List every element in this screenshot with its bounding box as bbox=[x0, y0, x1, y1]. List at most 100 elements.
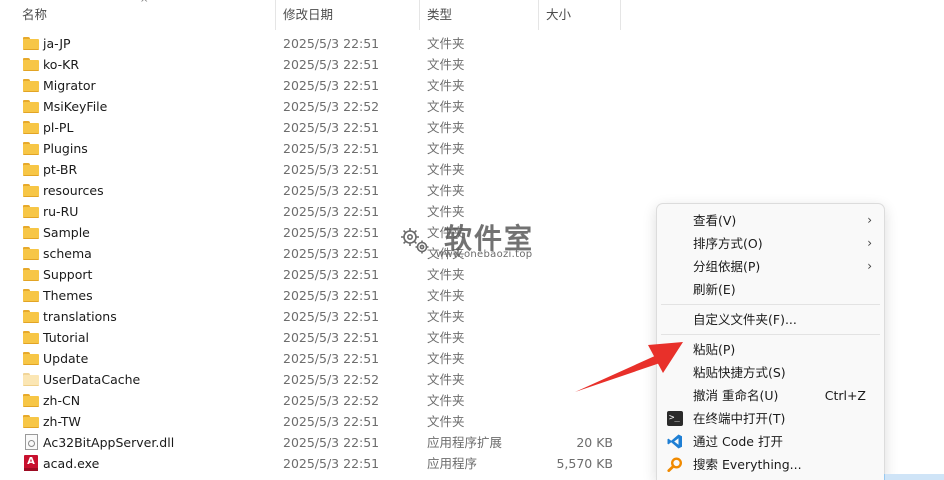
file-date: 2025/5/3 22:51 bbox=[283, 204, 380, 219]
watermark: 软件室 www.onebaozi.top bbox=[396, 219, 556, 263]
file-row[interactable]: Plugins 2025/5/3 22:51 文件夹 bbox=[0, 138, 944, 159]
column-name-label: 名称 bbox=[22, 7, 48, 22]
column-divider[interactable] bbox=[538, 0, 539, 30]
file-name: Tutorial bbox=[43, 330, 89, 345]
file-type: 文件夹 bbox=[427, 414, 465, 429]
file-row[interactable]: ja-JP 2025/5/3 22:51 文件夹 bbox=[0, 33, 944, 54]
folder-icon bbox=[23, 58, 39, 71]
file-name: Ac32BitAppServer.dll bbox=[43, 435, 175, 450]
menu-item-open-with-code[interactable]: 通过 Code 打开 bbox=[661, 430, 880, 453]
folder-icon bbox=[23, 268, 39, 281]
file-date: 2025/5/3 22:51 bbox=[283, 351, 380, 366]
menu-item-label: 自定义文件夹(F)... bbox=[693, 312, 797, 327]
file-type: 文件夹 bbox=[427, 162, 465, 177]
file-size: 20 KB bbox=[576, 435, 613, 450]
file-name: zh-CN bbox=[43, 393, 81, 408]
menu-item-label: 粘贴(P) bbox=[693, 342, 736, 357]
menu-item-sort-by[interactable]: 排序方式(O) › bbox=[661, 232, 880, 255]
file-row[interactable]: MsiKeyFile 2025/5/3 22:52 文件夹 bbox=[0, 96, 944, 117]
menu-item-paste-shortcut[interactable]: 粘贴快捷方式(S) bbox=[661, 361, 880, 384]
folder-icon bbox=[23, 310, 39, 323]
file-date: 2025/5/3 22:51 bbox=[283, 288, 380, 303]
file-name: Plugins bbox=[43, 141, 88, 156]
context-menu: 查看(V) › 排序方式(O) › 分组依据(P) › 刷新(E) 自定义文件夹… bbox=[656, 203, 885, 480]
file-type: 文件夹 bbox=[427, 267, 465, 282]
watermark-url: www.onebaozi.top bbox=[436, 249, 533, 260]
folder-icon bbox=[23, 289, 39, 302]
column-date-header[interactable]: 修改日期 bbox=[283, 0, 419, 30]
menu-separator bbox=[661, 304, 880, 305]
file-name: schema bbox=[43, 246, 92, 261]
menu-item-customize-folder[interactable]: 自定义文件夹(F)... bbox=[661, 308, 880, 331]
column-divider[interactable] bbox=[620, 0, 621, 30]
shortcut-label: Ctrl+Z bbox=[824, 388, 866, 403]
file-type: 文件夹 bbox=[427, 372, 465, 387]
folder-icon bbox=[23, 142, 39, 155]
file-date: 2025/5/3 22:51 bbox=[283, 183, 380, 198]
everything-search-icon bbox=[667, 457, 683, 472]
file-date: 2025/5/3 22:51 bbox=[283, 78, 380, 93]
file-date: 2025/5/3 22:51 bbox=[283, 456, 380, 471]
file-name: zh-TW bbox=[43, 414, 81, 429]
column-divider[interactable] bbox=[275, 0, 276, 30]
vscode-icon bbox=[667, 434, 683, 449]
file-type: 文件夹 bbox=[427, 183, 465, 198]
file-type: 文件夹 bbox=[427, 120, 465, 135]
file-name: ru-RU bbox=[43, 204, 79, 219]
menu-item-refresh[interactable]: 刷新(E) bbox=[661, 278, 880, 301]
menu-item-view[interactable]: 查看(V) › bbox=[661, 209, 880, 232]
chevron-right-icon: › bbox=[867, 213, 872, 227]
file-row[interactable]: pt-BR 2025/5/3 22:51 文件夹 bbox=[0, 159, 944, 180]
column-divider[interactable] bbox=[419, 0, 420, 30]
file-date: 2025/5/3 22:51 bbox=[283, 225, 380, 240]
file-row[interactable]: ko-KR 2025/5/3 22:51 文件夹 bbox=[0, 54, 944, 75]
file-type: 文件夹 bbox=[427, 141, 465, 156]
folder-icon bbox=[23, 205, 39, 218]
file-type: 文件夹 bbox=[427, 99, 465, 114]
menu-item-label: 通过 Code 打开 bbox=[693, 434, 783, 449]
file-name: Themes bbox=[43, 288, 93, 303]
column-size-header[interactable]: 大小 bbox=[546, 0, 620, 30]
file-type: 文件夹 bbox=[427, 393, 465, 408]
menu-item-label: 撤消 重命名(U) bbox=[693, 388, 779, 403]
folder-icon bbox=[23, 163, 39, 176]
file-name: UserDataCache bbox=[43, 372, 141, 387]
file-row[interactable]: Migrator 2025/5/3 22:51 文件夹 bbox=[0, 75, 944, 96]
file-date: 2025/5/3 22:52 bbox=[283, 99, 380, 114]
file-type: 文件夹 bbox=[427, 288, 465, 303]
file-date: 2025/5/3 22:52 bbox=[283, 393, 380, 408]
menu-item-open-in-terminal[interactable]: 在终端中打开(T) bbox=[661, 407, 880, 430]
menu-item-paste[interactable]: 粘贴(P) bbox=[661, 338, 880, 361]
file-type: 文件夹 bbox=[427, 330, 465, 345]
file-name: Sample bbox=[43, 225, 90, 240]
menu-item-search-everything[interactable]: 搜索 Everything... bbox=[661, 453, 880, 476]
menu-item-label: 查看(V) bbox=[693, 213, 737, 228]
file-size: 5,570 KB bbox=[556, 456, 613, 471]
file-type: 文件夹 bbox=[427, 78, 465, 93]
menu-item-label: 粘贴快捷方式(S) bbox=[693, 365, 786, 380]
file-type: 文件夹 bbox=[427, 57, 465, 72]
file-date: 2025/5/3 22:51 bbox=[283, 414, 380, 429]
folder-light-icon bbox=[23, 373, 39, 386]
folder-icon bbox=[23, 415, 39, 428]
file-row[interactable]: resources 2025/5/3 22:51 文件夹 bbox=[0, 180, 944, 201]
file-row[interactable]: pl-PL 2025/5/3 22:51 文件夹 bbox=[0, 117, 944, 138]
folder-icon bbox=[23, 226, 39, 239]
gear-logo-icon bbox=[401, 228, 429, 254]
menu-item-undo-rename[interactable]: 撤消 重命名(U) Ctrl+Z bbox=[661, 384, 880, 407]
file-name: Update bbox=[43, 351, 89, 366]
file-name: ja-JP bbox=[43, 36, 71, 51]
menu-item-label: 刷新(E) bbox=[693, 282, 736, 297]
file-date: 2025/5/3 22:51 bbox=[283, 57, 380, 72]
column-type-header[interactable]: 类型 bbox=[427, 0, 535, 30]
file-date: 2025/5/3 22:51 bbox=[283, 120, 380, 135]
folder-icon bbox=[23, 121, 39, 134]
menu-item-group-by[interactable]: 分组依据(P) › bbox=[661, 255, 880, 278]
folder-icon bbox=[23, 247, 39, 260]
file-date: 2025/5/3 22:51 bbox=[283, 309, 380, 324]
dll-file-icon bbox=[25, 434, 38, 450]
sort-ascending-icon: ^ bbox=[140, 0, 149, 9]
file-name: MsiKeyFile bbox=[43, 99, 108, 114]
column-size-label: 大小 bbox=[546, 7, 572, 22]
column-date-label: 修改日期 bbox=[283, 7, 334, 22]
